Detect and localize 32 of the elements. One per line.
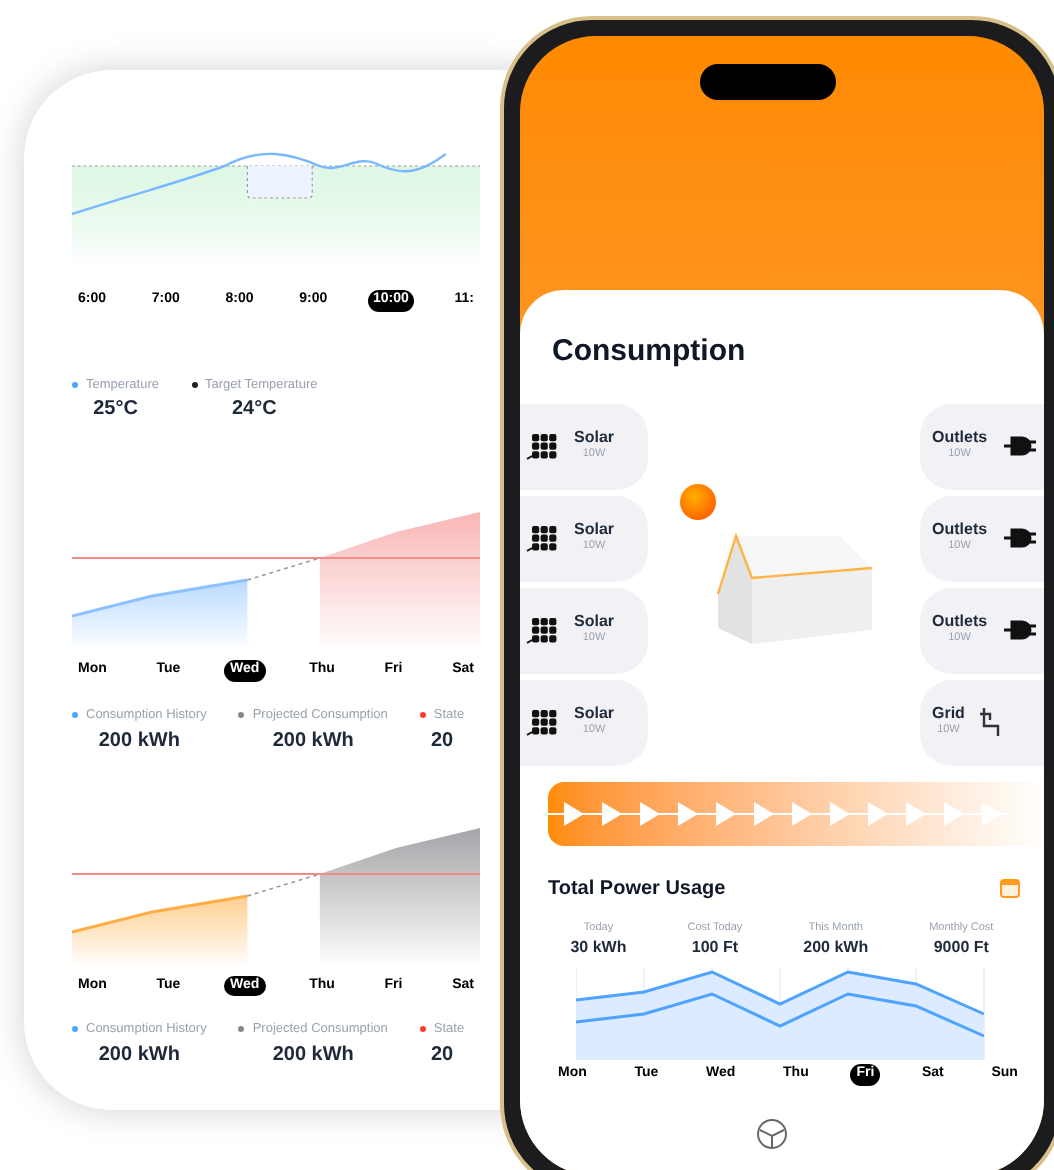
tile-label: Solar: [574, 614, 615, 631]
legend-value: 200 kWh: [98, 1041, 180, 1070]
solar-panel-icon: [526, 709, 558, 735]
legend-value: 200 kWh: [98, 727, 180, 755]
legend-value: 20: [430, 1041, 454, 1070]
legend-value: 24°C: [231, 396, 277, 425]
stat-value: 9000 Ft: [933, 940, 989, 956]
steering-wheel-icon[interactable]: [756, 1117, 788, 1149]
page-title: Consumption: [552, 332, 748, 372]
section-title: Total Power Usage: [548, 875, 726, 903]
stat-value: 200 kWh: [803, 940, 869, 956]
solar-panel-icon: [526, 433, 558, 459]
tile-label: Outlets: [932, 430, 988, 447]
tile-label: Solar: [574, 430, 615, 447]
plug-icon: [1003, 618, 1036, 642]
solar-panel-icon: [526, 617, 558, 643]
tile-label: Solar: [574, 706, 615, 723]
tile-label: Outlets: [932, 614, 988, 631]
plug-icon: [1003, 526, 1036, 550]
tile-label: Solar: [574, 522, 615, 539]
stat-value: 30 kWh: [570, 940, 627, 956]
legend-value: 20: [430, 727, 454, 755]
tile-label: Outlets: [932, 522, 988, 539]
stat-value: 100 Ft: [691, 940, 738, 956]
plug-icon: [1003, 434, 1036, 458]
flow-arrows-icon: [548, 801, 1008, 825]
camera-notch: [700, 64, 836, 100]
tile-label: Grid: [932, 706, 965, 723]
legend-value: 25°C: [93, 396, 138, 425]
legend-value: 200 kWh: [272, 1041, 354, 1070]
solar-panel-icon: [526, 525, 558, 551]
legend-value: 200 kWh: [272, 727, 354, 755]
